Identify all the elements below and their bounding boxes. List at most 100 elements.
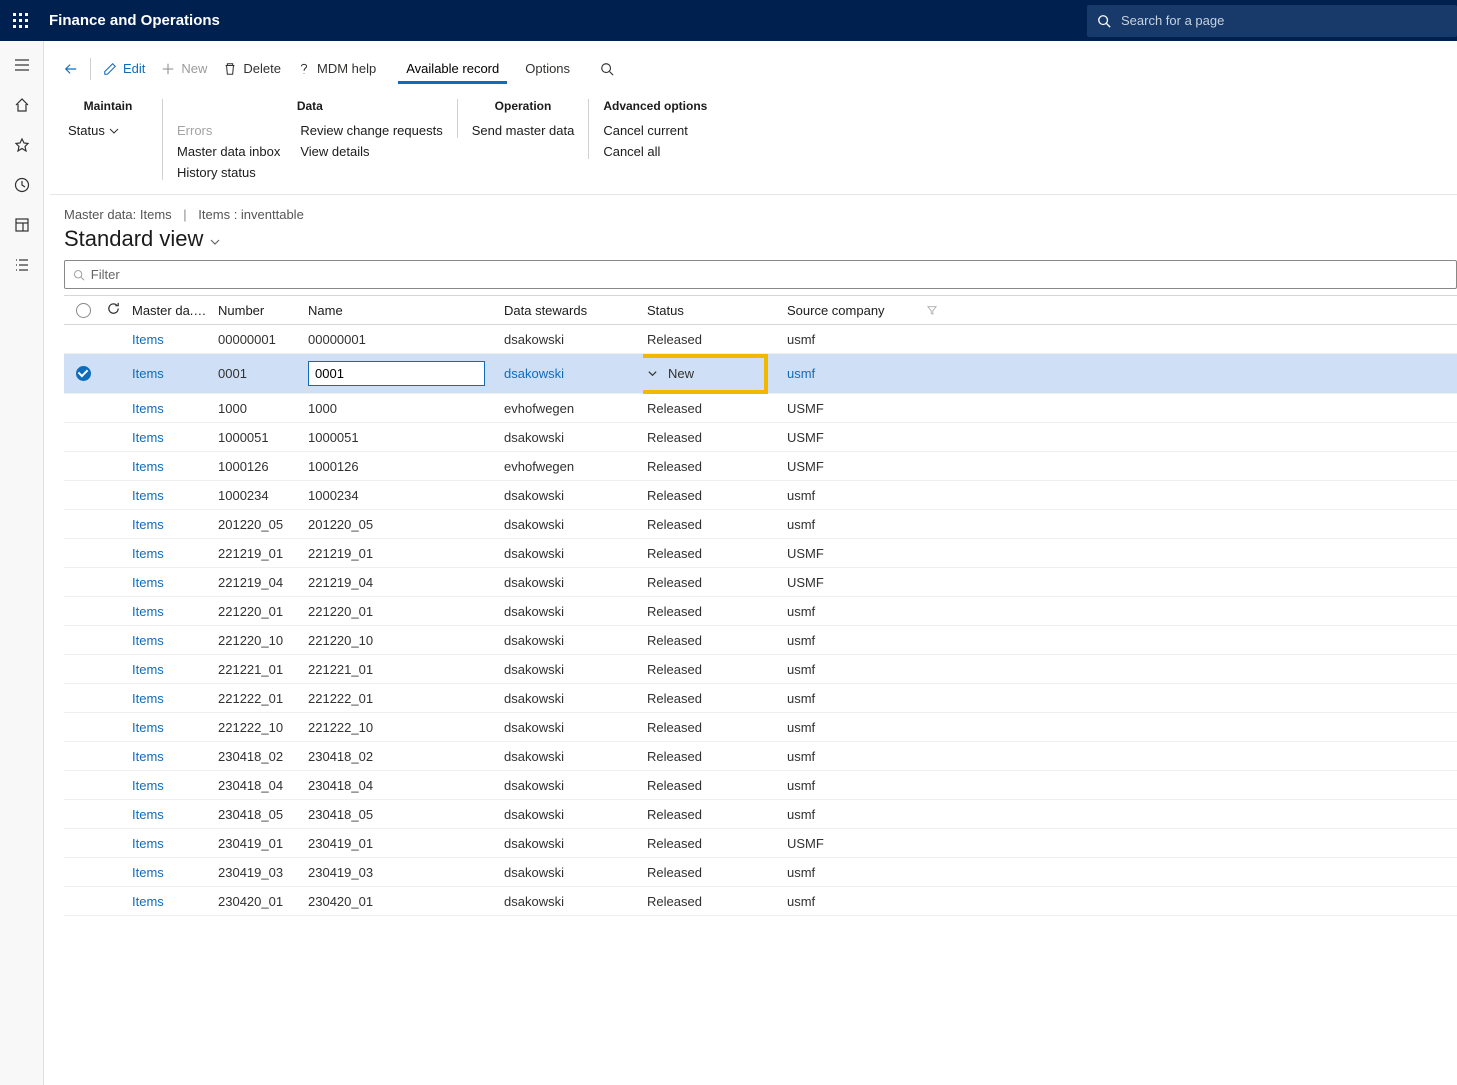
ribbon-send-master[interactable]: Send master data (472, 123, 575, 138)
table-row[interactable]: Items230418_02230418_02dsakowskiReleased… (64, 742, 1457, 771)
cell-name[interactable]: 00000001 (304, 332, 500, 347)
cell-status[interactable]: Released (643, 575, 783, 590)
master-link[interactable]: Items (132, 430, 164, 445)
status-dropdown-cell[interactable]: New (643, 354, 768, 394)
cell-name[interactable]: 1000234 (304, 488, 500, 503)
view-switcher[interactable]: Standard view (44, 226, 1457, 260)
home-icon[interactable] (8, 95, 36, 115)
table-row[interactable]: Items221220_01221220_01dsakowskiReleased… (64, 597, 1457, 626)
cell-name[interactable]: 230418_05 (304, 807, 500, 822)
master-link[interactable]: Items (132, 778, 164, 793)
master-link[interactable]: Items (132, 720, 164, 735)
cell-name[interactable]: 221222_01 (304, 691, 500, 706)
table-row[interactable]: Items230420_01230420_01dsakowskiReleased… (64, 887, 1457, 916)
master-link[interactable]: Items (132, 459, 164, 474)
table-row[interactable]: Items230418_04230418_04dsakowskiReleased… (64, 771, 1457, 800)
favorites-icon[interactable] (8, 135, 36, 155)
ribbon-history-status[interactable]: History status (177, 165, 280, 180)
col-status[interactable]: Status (643, 303, 783, 318)
grid-filter-input[interactable] (89, 266, 1456, 283)
master-link[interactable]: Items (132, 575, 164, 590)
master-link[interactable]: Items (132, 332, 164, 347)
breadcrumb-item[interactable]: Master data: Items (64, 207, 172, 222)
cell-status[interactable]: Released (643, 720, 783, 735)
app-launcher-icon[interactable] (0, 0, 41, 41)
cell-status[interactable]: Released (643, 546, 783, 561)
master-link[interactable]: Items (132, 662, 164, 677)
cell-name[interactable]: 1000126 (304, 459, 500, 474)
master-link[interactable]: Items (132, 488, 164, 503)
cell-status[interactable]: Released (643, 332, 783, 347)
cell-status[interactable]: Released (643, 865, 783, 880)
cell-status[interactable]: Released (643, 836, 783, 851)
table-row[interactable]: Items10000511000051dsakowskiReleasedUSMF (64, 423, 1457, 452)
table-row[interactable]: Items230419_01230419_01dsakowskiReleased… (64, 829, 1457, 858)
master-link[interactable]: Items (132, 366, 164, 381)
cell-name[interactable]: 221219_01 (304, 546, 500, 561)
cell-status[interactable]: Released (643, 749, 783, 764)
cell-name[interactable]: 230418_02 (304, 749, 500, 764)
new-button[interactable]: New (153, 54, 215, 84)
table-row[interactable]: Items0000000100000001dsakowskiReleasedus… (64, 325, 1457, 354)
back-button[interactable] (56, 54, 86, 84)
cell-status[interactable]: Released (643, 894, 783, 909)
cell-name[interactable]: 221221_01 (304, 662, 500, 677)
cell-name[interactable]: 230420_01 (304, 894, 500, 909)
cell-status[interactable]: Released (643, 401, 783, 416)
master-link[interactable]: Items (132, 401, 164, 416)
ribbon-master-inbox[interactable]: Master data inbox (177, 144, 280, 159)
global-search[interactable] (1087, 5, 1457, 37)
table-row[interactable]: Items10001000evhofwegenReleasedUSMF (64, 394, 1457, 423)
master-link[interactable]: Items (132, 865, 164, 880)
col-name[interactable]: Name (304, 303, 500, 318)
table-row[interactable]: Items10001261000126evhofwegenReleasedUSM… (64, 452, 1457, 481)
master-link[interactable]: Items (132, 749, 164, 764)
global-search-input[interactable] (1119, 12, 1419, 29)
master-link[interactable]: Items (132, 894, 164, 909)
grid-filter[interactable] (64, 260, 1457, 289)
table-row[interactable]: Items0001dsakowskiNewusmf (64, 354, 1457, 394)
table-row[interactable]: Items10002341000234dsakowskiReleasedusmf (64, 481, 1457, 510)
toolbar-search-button[interactable] (592, 54, 622, 84)
table-row[interactable]: Items221220_10221220_10dsakowskiReleased… (64, 626, 1457, 655)
cell-status[interactable]: Released (643, 662, 783, 677)
edit-button[interactable]: Edit (95, 54, 153, 84)
table-row[interactable]: Items201220_05201220_05dsakowskiReleased… (64, 510, 1457, 539)
table-row[interactable]: Items221222_10221222_10dsakowskiReleased… (64, 713, 1457, 742)
table-row[interactable]: Items221219_01221219_01dsakowskiReleased… (64, 539, 1457, 568)
workspaces-icon[interactable] (8, 215, 36, 235)
cell-name[interactable]: 230419_03 (304, 865, 500, 880)
cell-status[interactable]: Released (643, 488, 783, 503)
name-input[interactable] (308, 361, 485, 386)
refresh-button[interactable] (102, 301, 128, 319)
tab-options[interactable]: Options (517, 54, 578, 84)
cell-name[interactable]: 1000051 (304, 430, 500, 445)
status-dropdown[interactable]: Status (68, 123, 148, 138)
hamburger-icon[interactable] (8, 55, 36, 75)
col-stewards[interactable]: Data stewards (500, 303, 643, 318)
col-number[interactable]: Number (214, 303, 304, 318)
cell-status[interactable]: Released (643, 633, 783, 648)
cell-name[interactable]: 230418_04 (304, 778, 500, 793)
recent-icon[interactable] (8, 175, 36, 195)
delete-button[interactable]: Delete (215, 54, 289, 84)
table-row[interactable]: Items230419_03230419_03dsakowskiReleased… (64, 858, 1457, 887)
ribbon-cancel-current[interactable]: Cancel current (603, 123, 688, 138)
cell-status[interactable]: Released (643, 691, 783, 706)
cell-status[interactable]: Released (643, 517, 783, 532)
mdm-help-button[interactable]: MDM help (289, 54, 384, 84)
master-link[interactable]: Items (132, 836, 164, 851)
cell-name[interactable] (304, 361, 500, 386)
cell-name[interactable]: 201220_05 (304, 517, 500, 532)
cell-status[interactable]: Released (643, 430, 783, 445)
modules-icon[interactable] (8, 255, 36, 275)
tab-available-record[interactable]: Available record (398, 54, 507, 84)
cell-name[interactable]: 221220_01 (304, 604, 500, 619)
cell-status[interactable]: Released (643, 807, 783, 822)
master-link[interactable]: Items (132, 633, 164, 648)
table-row[interactable]: Items221219_04221219_04dsakowskiReleased… (64, 568, 1457, 597)
cell-name[interactable]: 221222_10 (304, 720, 500, 735)
cell-name[interactable]: 230419_01 (304, 836, 500, 851)
cell-name[interactable]: 221220_10 (304, 633, 500, 648)
cell-status[interactable]: New (643, 354, 783, 394)
